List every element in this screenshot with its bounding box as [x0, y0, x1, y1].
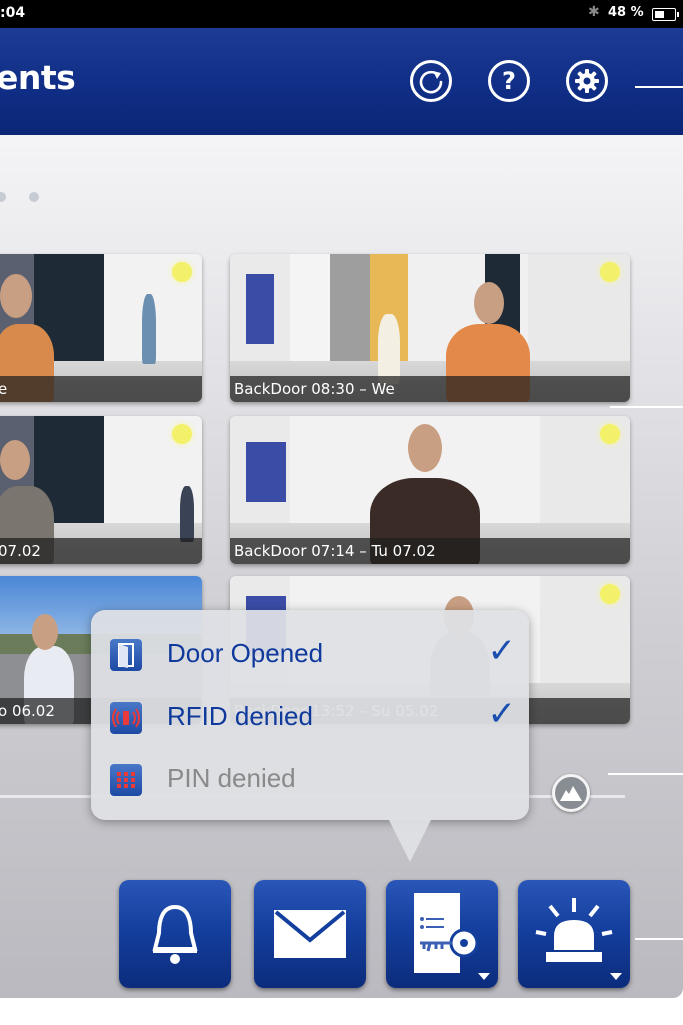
bell-button[interactable]	[119, 880, 231, 988]
refresh-icon	[419, 70, 443, 94]
refresh-button[interactable]	[410, 60, 452, 102]
help-button[interactable]: ?	[488, 60, 530, 102]
page-dot	[29, 192, 39, 202]
popover-arrow	[388, 818, 432, 862]
event-caption: 07.02	[0, 538, 202, 564]
page-title: ents	[0, 58, 76, 97]
keypad-icon	[110, 764, 142, 796]
slider-knob[interactable]	[552, 774, 590, 812]
checkmark-icon: ✓	[487, 631, 517, 671]
status-time: :04	[0, 5, 26, 21]
event-caption: BackDoor 08:30 – We	[230, 376, 630, 402]
dropdown-caret-icon	[478, 973, 490, 980]
bell-icon	[152, 904, 198, 964]
event-thumbnail[interactable]: BackDoor 08:30 – We	[230, 254, 630, 402]
callout-line	[610, 406, 683, 408]
page-dot	[0, 192, 6, 202]
battery-icon	[652, 8, 679, 21]
door-key-button[interactable]	[386, 880, 498, 988]
door-key-icon	[414, 893, 479, 973]
filter-item-pin-denied[interactable]: PIN denied	[110, 760, 510, 800]
filter-item-rfid-denied[interactable]: RFID denied ✓	[110, 694, 516, 738]
callout-line	[635, 938, 683, 940]
checkmark-icon: ✓	[487, 694, 517, 734]
question-icon: ?	[502, 67, 516, 95]
rfid-icon	[110, 702, 142, 734]
event-caption: BackDoor 07:14 – Tu 07.02	[230, 538, 630, 564]
callout-line	[608, 773, 683, 775]
status-bar: :04 ✱ 48 %	[0, 0, 683, 28]
event-filter-popover: Door Opened ✓ RFID denied ✓ PIN denied	[91, 610, 529, 820]
event-thumbnail[interactable]: BackDoor 07:14 – Tu 07.02	[230, 416, 630, 564]
app-screen: :04 ✱ 48 % ents ? e BackDoor 08:30 – We …	[0, 0, 683, 998]
alarm-button[interactable]	[518, 880, 630, 988]
door-icon	[110, 639, 142, 671]
event-caption: e	[0, 376, 202, 402]
callout-line	[635, 86, 683, 88]
message-button[interactable]	[254, 880, 366, 988]
filter-label: Door Opened	[167, 638, 324, 668]
envelope-icon	[274, 910, 346, 958]
settings-button[interactable]	[566, 60, 608, 102]
filter-item-door-opened[interactable]: Door Opened ✓	[110, 631, 516, 675]
gear-icon	[575, 69, 599, 93]
event-thumbnail[interactable]: e	[0, 254, 202, 402]
navigation-bar: ents ?	[0, 28, 683, 135]
event-thumbnail[interactable]: 07.02	[0, 416, 202, 564]
bluetooth-icon: ✱	[588, 4, 600, 20]
filter-label: PIN denied	[167, 763, 296, 793]
mountain-icon	[560, 786, 582, 801]
battery-percent: 48 %	[608, 5, 644, 20]
dropdown-caret-icon	[610, 973, 622, 980]
filter-label: RFID denied	[167, 701, 313, 731]
alarm-light-icon	[535, 898, 613, 962]
